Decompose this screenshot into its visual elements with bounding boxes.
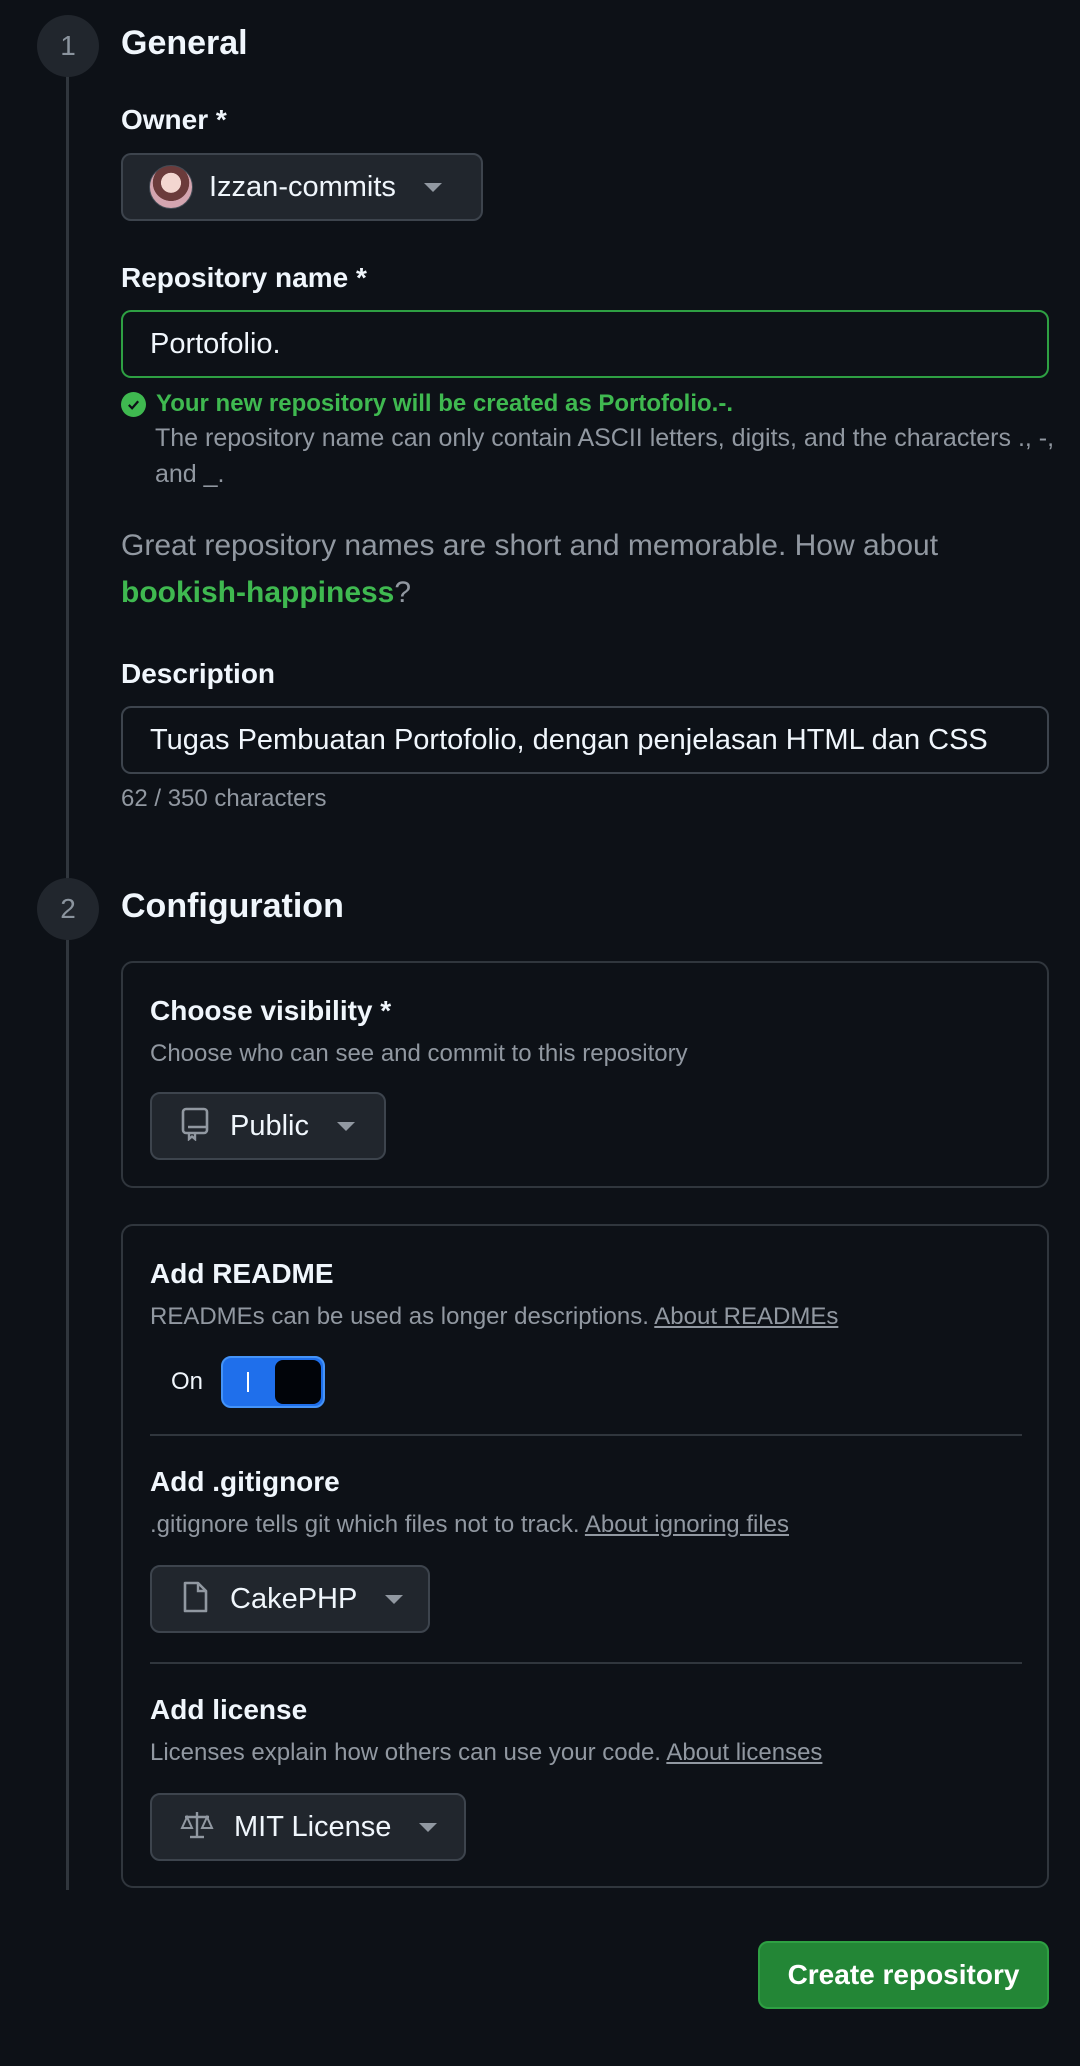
visibility-title: Choose visibility * [150, 995, 392, 1026]
about-licenses-link[interactable]: About licenses [666, 1739, 822, 1766]
readme-toggle[interactable] [221, 1356, 325, 1408]
owner-name: Izzan-commits [209, 170, 396, 203]
check-circle-icon [121, 391, 146, 417]
repo-icon [180, 1107, 210, 1146]
create-repository-button[interactable]: Create repository [758, 1941, 1049, 2009]
section-title-configuration: Configuration [121, 887, 344, 925]
chevron-down-icon [419, 1822, 438, 1832]
owner-dropdown[interactable]: Izzan-commits [121, 153, 483, 221]
about-ignoring-files-link[interactable]: About ignoring files [585, 1511, 789, 1538]
visibility-dropdown[interactable]: Public [150, 1092, 386, 1160]
repo-name-validation: Your new repository will be created as P… [121, 390, 733, 418]
toggle-knob [275, 1360, 321, 1404]
divider [150, 1662, 1022, 1664]
law-icon [180, 1809, 214, 1846]
gitignore-title: Add .gitignore [150, 1466, 340, 1497]
gitignore-description: .gitignore tells git which files not to … [150, 1511, 789, 1539]
readme-description: READMEs can be used as longer descriptio… [150, 1303, 838, 1331]
description-input[interactable]: Tugas Pembuatan Portofolio, dengan penje… [121, 706, 1049, 774]
gitignore-description-text: .gitignore tells git which files not to … [150, 1511, 585, 1538]
license-description-text: Licenses explain how others can use your… [150, 1739, 667, 1766]
step-number-badge: 1 [37, 15, 99, 77]
visibility-description: Choose who can see and commit to this re… [150, 1040, 688, 1067]
section-title-general: General [121, 24, 248, 62]
suggestion-suffix: ? [394, 576, 412, 609]
license-dropdown[interactable]: MIT License [150, 1793, 466, 1861]
license-description: Licenses explain how others can use your… [150, 1739, 822, 1767]
license-title: Add license [150, 1694, 308, 1725]
readme-description-text: READMEs can be used as longer descriptio… [150, 1303, 655, 1330]
divider [150, 1434, 1022, 1436]
description-label: Description [121, 658, 276, 689]
visibility-card: Choose visibility * Choose who can see a… [121, 961, 1049, 1188]
chevron-down-icon [337, 1121, 355, 1131]
suggestion-prefix: Great repository names are short and mem… [121, 529, 939, 562]
chevron-down-icon [385, 1594, 404, 1604]
chevron-down-icon [423, 182, 442, 192]
initialize-options-card: Add README READMEs can be used as longer… [121, 1224, 1049, 1888]
visibility-selected: Public [230, 1109, 309, 1142]
repo-name-input[interactable]: Portofolio. [121, 310, 1049, 378]
readme-toggle-label: On [171, 1368, 204, 1395]
owner-label: Owner * [121, 104, 227, 135]
gitignore-dropdown[interactable]: CakePHP [150, 1565, 430, 1633]
toggle-on-indicator [247, 1372, 249, 1392]
about-readmes-link[interactable]: About READMEs [654, 1303, 838, 1330]
name-suggestion: Great repository names are short and mem… [121, 522, 1021, 616]
repo-name-label: Repository name * [121, 262, 367, 293]
license-selected: MIT License [234, 1810, 392, 1843]
readme-title: Add README [150, 1258, 334, 1289]
suggested-name-link[interactable]: bookish-happiness [121, 576, 394, 609]
repo-name-hint: The repository name can only contain ASC… [155, 424, 1055, 488]
char-counter: 62 / 350 characters [121, 785, 327, 812]
step-number-badge: 2 [37, 878, 99, 940]
success-message: Your new repository will be created as P… [156, 390, 733, 417]
avatar [149, 165, 193, 209]
file-icon [180, 1580, 210, 1619]
gitignore-selected: CakePHP [230, 1582, 358, 1615]
timeline-line [66, 60, 69, 1890]
